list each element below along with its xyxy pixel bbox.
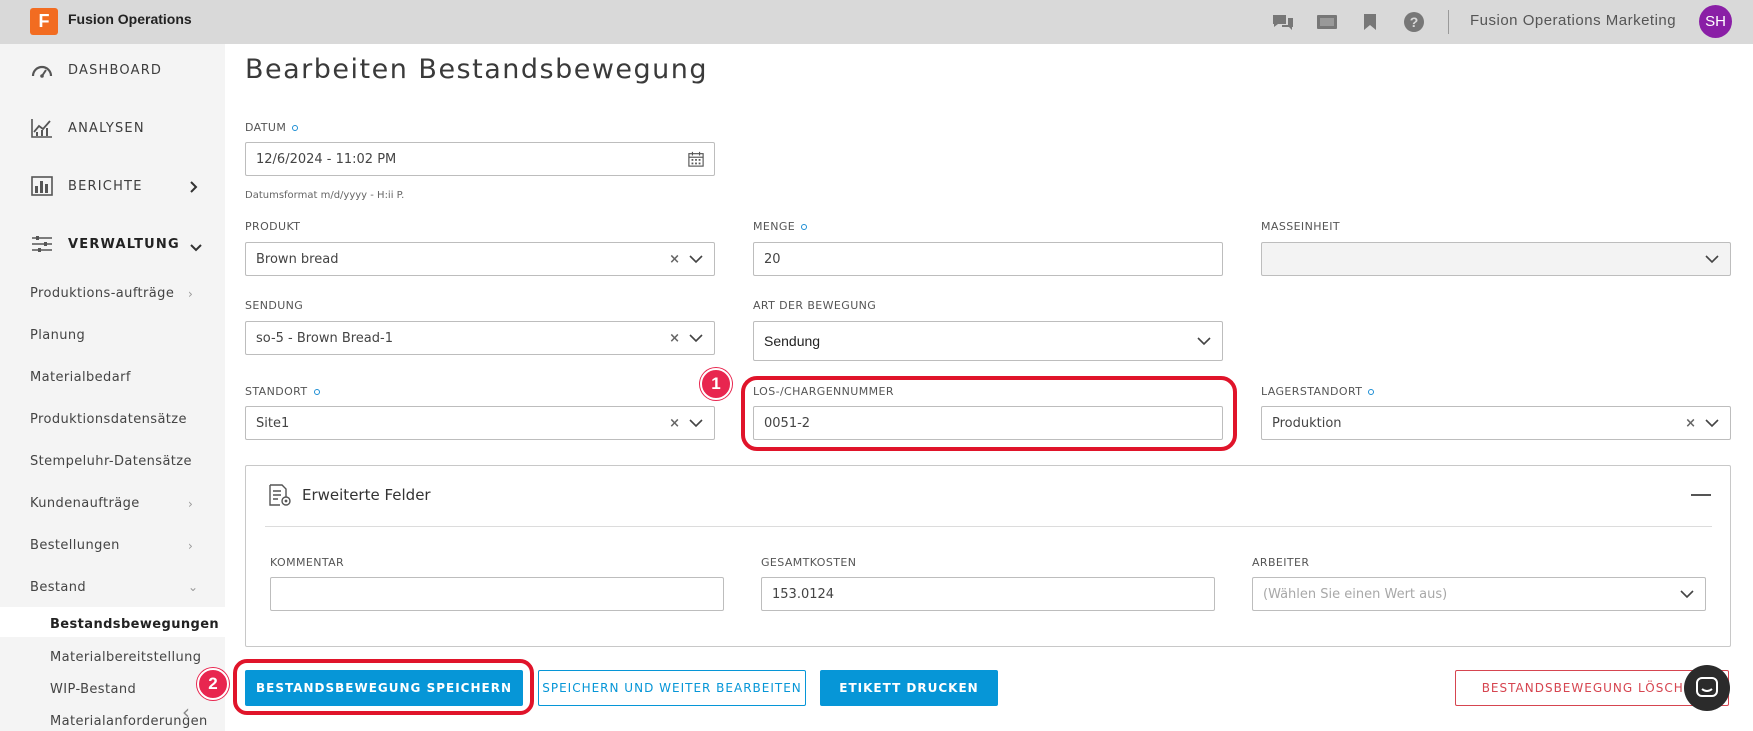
bookmark-icon[interactable]	[1359, 11, 1381, 33]
clear-icon[interactable]: ×	[669, 416, 680, 431]
org-name[interactable]: Fusion Operations Marketing	[1470, 12, 1676, 29]
bar-chart-icon	[30, 175, 54, 197]
clear-icon[interactable]: ×	[669, 331, 680, 346]
art-select[interactable]: Sendung	[753, 321, 1223, 361]
sidebar-item-bestand[interactable]: Bestand	[30, 580, 86, 595]
divider	[265, 526, 1712, 527]
collapse-sidebar-icon[interactable]: ‹	[182, 700, 190, 724]
produkt-label: PRODUKT	[245, 220, 301, 233]
callout-highlight-2	[233, 659, 534, 715]
callout-badge-2: 2	[197, 668, 229, 700]
top-bar: F Fusion Operations ? Fusion Operations …	[0, 0, 1753, 44]
chevron-down-icon[interactable]: ⌄	[188, 580, 198, 594]
standort-label: STANDORT	[245, 385, 320, 398]
callout-highlight-1	[741, 376, 1237, 451]
sidebar-item-bestellungen[interactable]: Bestellungen	[30, 538, 120, 553]
sidebar-item-berichte[interactable]: BERICHTE	[30, 175, 143, 197]
chevron-down-icon[interactable]	[688, 330, 704, 346]
chevron-right-icon[interactable]	[189, 179, 199, 198]
chevron-down-icon[interactable]	[1196, 333, 1212, 349]
sliders-icon	[30, 233, 54, 255]
settings-document-icon	[268, 484, 294, 512]
app-title: Fusion Operations	[68, 11, 192, 27]
print-label-button[interactable]: ETIKETT DRUCKEN	[820, 670, 998, 706]
sidebar-item-kundenauftraege[interactable]: Kundenaufträge	[30, 496, 140, 511]
masseinheit-label: MASSEINHEIT	[1261, 220, 1340, 233]
sidebar-item-materialbedarf[interactable]: Materialbedarf	[30, 370, 131, 385]
chevron-down-icon[interactable]	[688, 415, 704, 431]
sendung-select[interactable]: so-5 - Brown Bread-1 ×	[245, 321, 715, 355]
calendar-icon[interactable]	[688, 151, 704, 167]
chevron-down-icon[interactable]	[189, 238, 203, 257]
svg-text:?: ?	[1410, 14, 1419, 30]
sidebar-item-produktionsauftraege[interactable]: Produktions-aufträge	[30, 286, 174, 301]
datum-hint: Datumsformat m/d/yyyy - H:ii P.	[245, 190, 405, 201]
sidebar-item-stempeluhr[interactable]: Stempeluhr-Datensätze	[30, 454, 192, 469]
standort-select[interactable]: Site1 ×	[245, 406, 715, 440]
gesamtkosten-label: GESAMTKOSTEN	[761, 556, 857, 569]
required-indicator-icon	[801, 223, 808, 230]
datum-input[interactable]: 12/6/2024 - 11:02 PM	[245, 142, 715, 176]
topbar-divider	[1448, 10, 1449, 34]
chat-bubble-icon	[1696, 677, 1718, 697]
sidebar-item-label: BERICHTE	[68, 178, 143, 194]
app-logo[interactable]: F	[30, 8, 58, 35]
dashboard-gauge-icon	[30, 59, 54, 81]
sidebar-item-analysen[interactable]: ANALYSEN	[30, 117, 145, 139]
callout-badge-1: 1	[700, 368, 732, 400]
sidebar-item-planung[interactable]: Planung	[30, 328, 85, 343]
arbeiter-label: ARBEITER	[1252, 556, 1310, 569]
chevron-down-icon[interactable]	[1704, 415, 1720, 431]
lagerstandort-select[interactable]: Produktion ×	[1261, 406, 1731, 440]
art-label: ART DER BEWEGUNG	[753, 299, 877, 312]
gesamtkosten-input[interactable]: 153.0124	[761, 577, 1215, 611]
required-indicator-icon	[313, 388, 320, 395]
avatar[interactable]: SH	[1699, 5, 1732, 38]
clear-icon[interactable]: ×	[669, 252, 680, 267]
sidebar-item-label: ANALYSEN	[68, 120, 145, 136]
menge-input[interactable]: 20	[753, 242, 1223, 276]
required-indicator-icon	[292, 124, 299, 131]
lagerstandort-label: LAGERSTANDORT	[1261, 385, 1375, 398]
sidebar-item-produktionsdatensaetze[interactable]: Produktionsdatensätze	[30, 412, 187, 427]
kommentar-label: KOMMENTAR	[270, 556, 345, 569]
collapse-icon[interactable]	[1691, 494, 1711, 496]
chevron-down-icon[interactable]	[1704, 251, 1720, 267]
extended-fields-title: Erweiterte Felder	[302, 486, 431, 504]
chevron-down-icon[interactable]	[688, 251, 704, 267]
sidebar-item-wip-bestand[interactable]: WIP-Bestand	[50, 682, 136, 697]
sidebar-item-label: DASHBOARD	[68, 62, 163, 78]
menge-label: MENGE	[753, 220, 808, 233]
sidebar-item-dashboard[interactable]: DASHBOARD	[30, 59, 162, 81]
chevron-down-icon[interactable]	[1679, 586, 1695, 602]
datum-label: DATUM	[245, 121, 299, 134]
sidebar-item-materialbereitstellung[interactable]: Materialbereitstellung	[50, 650, 201, 665]
sendung-label: SENDUNG	[245, 299, 304, 312]
line-chart-icon	[30, 117, 54, 139]
chat-icon[interactable]	[1272, 11, 1294, 33]
chevron-right-icon[interactable]: ›	[188, 287, 193, 301]
clear-icon[interactable]: ×	[1685, 416, 1696, 431]
produkt-select[interactable]: Brown bread ×	[245, 242, 715, 276]
sidebar-item-bestandsbewegungen[interactable]: Bestandsbewegungen	[50, 617, 219, 632]
screen-icon[interactable]	[1316, 11, 1338, 33]
extended-fields-panel	[245, 465, 1731, 647]
required-indicator-icon	[1368, 388, 1375, 395]
masseinheit-select[interactable]	[1261, 242, 1731, 276]
sidebar-item-verwaltung[interactable]: VERWALTUNG	[30, 233, 180, 255]
arbeiter-select[interactable]: (Wählen Sie einen Wert aus)	[1252, 577, 1706, 611]
chevron-right-icon[interactable]: ›	[188, 539, 193, 553]
page-title: Bearbeiten Bestandsbewegung	[245, 54, 709, 85]
kommentar-input[interactable]	[270, 577, 724, 611]
sidebar-item-label: VERWALTUNG	[68, 236, 180, 252]
chat-support-button[interactable]	[1684, 665, 1730, 711]
help-icon[interactable]: ?	[1403, 11, 1425, 33]
save-continue-button[interactable]: SPEICHERN UND WEITER BEARBEITEN	[538, 670, 806, 706]
chevron-right-icon[interactable]: ›	[188, 497, 193, 511]
